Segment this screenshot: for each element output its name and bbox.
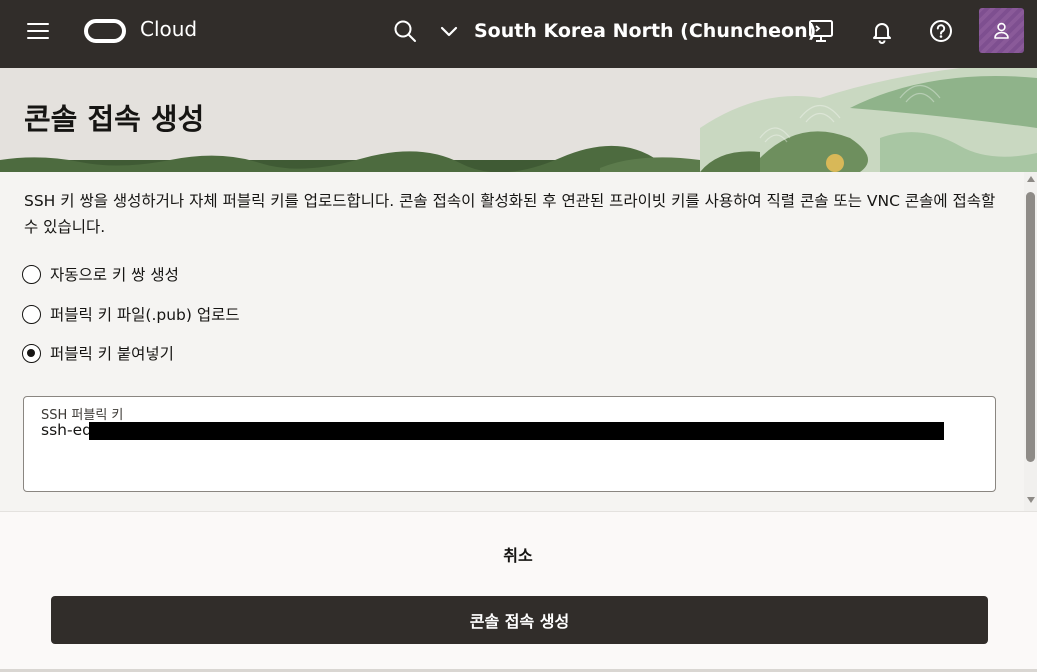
menu-icon[interactable] — [27, 22, 51, 40]
bell-icon[interactable] — [868, 17, 896, 45]
vertical-scrollbar[interactable] — [1024, 172, 1037, 511]
scroll-down-arrow-icon[interactable] — [1027, 497, 1035, 503]
help-icon[interactable] — [927, 17, 955, 45]
cancel-button[interactable]: 취소 — [418, 534, 618, 574]
scroll-up-arrow-icon[interactable] — [1027, 176, 1035, 182]
ssh-public-key-textarea[interactable]: SSH 퍼블릭 키 ssh-ed — [23, 396, 996, 492]
radio-button-selected[interactable] — [22, 343, 41, 363]
ssh-public-key-value[interactable]: ssh-ed — [41, 421, 92, 439]
user-icon — [994, 22, 1009, 39]
radio-paste-public-key[interactable]: 퍼블릭 키 붙여넣기 — [22, 341, 174, 365]
radio-button[interactable] — [22, 304, 41, 324]
region-selector[interactable]: South Korea North (Chuncheon) — [438, 14, 816, 48]
region-label: South Korea North (Chuncheon) — [474, 20, 817, 42]
search-icon[interactable] — [392, 18, 418, 44]
user-avatar[interactable] — [979, 8, 1024, 53]
brand-name[interactable]: Cloud — [140, 17, 197, 41]
chevron-down-icon — [440, 26, 458, 37]
form-description: SSH 키 쌍을 생성하거나 자체 퍼블릭 키를 업로드합니다. 콘솔 접속이 … — [24, 192, 996, 236]
oracle-logo-icon[interactable] — [84, 19, 126, 43]
radio-label: 자동으로 키 쌍 생성 — [50, 266, 179, 284]
radio-label: 퍼블릭 키 붙여넣기 — [50, 345, 174, 363]
form-footer: 취소 콘솔 접속 생성 — [0, 511, 1037, 672]
radio-upload-public-key-file[interactable]: 퍼블릭 키 파일(.pub) 업로드 — [22, 302, 240, 326]
page-title: 콘솔 접속 생성 — [24, 102, 205, 136]
scrollbar-thumb[interactable] — [1026, 192, 1035, 462]
radio-button[interactable] — [22, 264, 41, 284]
page-header-banner: 콘솔 접속 생성 — [0, 68, 1037, 172]
redacted-key-block — [89, 422, 944, 440]
form-content: SSH 키 쌍을 생성하거나 자체 퍼블릭 키를 업로드합니다. 콘솔 접속이 … — [0, 172, 1024, 511]
radio-generate-key-pair[interactable]: 자동으로 키 쌍 생성 — [22, 262, 179, 286]
top-navigation-bar: Cloud South Korea North (Chuncheon) — [0, 0, 1037, 68]
cloud-shell-icon[interactable] — [807, 17, 835, 45]
radio-label: 퍼블릭 키 파일(.pub) 업로드 — [50, 306, 240, 324]
create-console-connection-button[interactable]: 콘솔 접속 생성 — [51, 596, 988, 644]
